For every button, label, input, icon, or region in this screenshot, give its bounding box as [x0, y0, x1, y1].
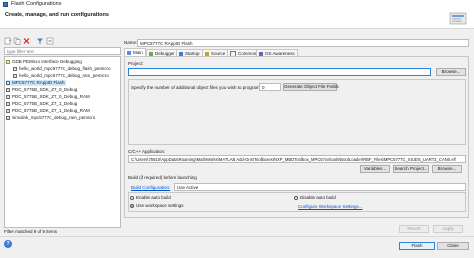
tree-item[interactable]: GDB PEMicro Interface Debugging	[6, 59, 82, 65]
radio-icon	[294, 195, 298, 200]
tree-item-label: PDC_5775B_SDK_Z7_0_Debug_RAM	[12, 94, 90, 99]
tree-item[interactable]: PDC_5775B_SDK_Z7_1_Debug	[6, 101, 77, 107]
tree-item[interactable]: hello_world_mpc5777c_debug_ram_pemicro	[13, 73, 109, 79]
use-workspace-settings-option[interactable]: Use workspace settings	[130, 203, 184, 208]
tree-item-label: PDC_5775B_SDK_Z7_1_Debug	[12, 101, 78, 106]
tree-item[interactable]: PDC_5775B_SDK_Z7_0_Debug	[6, 87, 77, 93]
launch-config-icon	[6, 115, 10, 120]
build-before-label: Build (if required) before launching	[128, 175, 197, 180]
launch-config-icon	[6, 108, 10, 113]
launch-config-icon	[6, 101, 10, 106]
title-bar	[0, 0, 474, 9]
option-label: Enable auto build	[136, 195, 171, 200]
launch-config-icon	[6, 80, 10, 85]
filter-icon[interactable]	[37, 38, 43, 45]
revert-button[interactable]: Revert	[399, 225, 429, 233]
name-label: Name:	[124, 40, 138, 45]
project-label: Project:	[128, 61, 144, 66]
radio-icon	[130, 195, 134, 200]
launch-config-icon	[13, 66, 17, 71]
search-project-button[interactable]: Search Project...	[393, 165, 429, 173]
object-files-count[interactable]: 0	[259, 83, 281, 91]
delete-icon[interactable]	[23, 38, 30, 44]
window-title: Flash Configurations	[11, 1, 62, 7]
tree-item-label: hello_world_mpc5777c_debug_flash_pemicro	[19, 66, 111, 71]
radio-selected-icon	[130, 203, 134, 208]
tree-item-selected[interactable]: MPC5777C RAppID Flash	[6, 80, 66, 86]
option-label: Disable auto build	[300, 195, 336, 200]
tree-item-label: MPC5777C RAppID Flash	[12, 80, 65, 85]
app-icon	[3, 2, 8, 7]
variables-button[interactable]: Variables...	[360, 165, 390, 173]
browse-project-button[interactable]: Browse...	[436, 68, 466, 76]
duplicate-icon[interactable]	[13, 37, 21, 45]
browse-application-button[interactable]: Browse...	[432, 165, 462, 173]
object-files-label: Specify the number of additional object …	[131, 85, 261, 90]
main-tab-icon	[127, 50, 131, 55]
application-label: C/C++ Application:	[128, 149, 166, 154]
tree-item-label: GDB PEMicro Interface Debugging	[12, 59, 82, 64]
project-input[interactable]	[128, 68, 431, 76]
option-label: Use workspace settings	[136, 203, 184, 208]
help-icon[interactable]: ?	[4, 240, 12, 248]
launch-config-icon	[13, 73, 17, 78]
tab-label: Main	[133, 50, 143, 55]
name-input[interactable]: MPC5777C RAppID Flash	[137, 39, 469, 47]
filter-input[interactable]	[4, 47, 121, 55]
build-configuration-link[interactable]: Build Configuration:	[131, 185, 170, 190]
build-configuration-select[interactable]: Use Active	[174, 183, 466, 191]
collapse-icon[interactable]	[46, 37, 54, 45]
disable-auto-build-option[interactable]: Disable auto build	[294, 195, 336, 200]
filter-status: Filter matched 9 of 9 items	[4, 229, 58, 234]
tree-item[interactable]: simulink_mpc5777c_debug_ram_pemicro	[6, 115, 95, 121]
tree-item-label: PDC_5775B_SDK_Z7_0_Debug	[12, 87, 78, 92]
tree-item-label: hello_world_mpc5777c_debug_ram_pemicro	[19, 73, 109, 78]
header-title: Create, manage, and run configurations	[5, 12, 109, 18]
application-input[interactable]: C:\Users\75810\AppData\Roaming\MathWorks…	[128, 155, 466, 163]
tree-item-label: PDC_5775B_SDK_Z7_1_Debug_RAM	[12, 108, 90, 113]
tree-item[interactable]: PDC_5775B_SDK_Z7_1_Debug_RAM	[6, 108, 90, 114]
launch-config-icon	[6, 87, 10, 92]
config-tree: GDB PEMicro Interface Debugging hello_wo…	[4, 56, 121, 228]
svg-text:+: +	[9, 38, 12, 43]
main-tab-panel: Project: Browse... Specify the number of…	[124, 56, 469, 218]
footer-separator	[0, 236, 474, 237]
tree-item[interactable]: hello_world_mpc5777c_debug_flash_pemicro	[13, 66, 111, 72]
configure-workspace-link[interactable]: Configure Workspace Settings...	[298, 204, 362, 209]
header-banner-icon	[446, 10, 470, 27]
enable-auto-build-option[interactable]: Enable auto build	[130, 195, 171, 200]
close-button[interactable]: Close	[437, 242, 469, 250]
flash-button[interactable]: Flash	[399, 242, 435, 250]
apply-button[interactable]: Apply	[433, 225, 463, 233]
debug-group-icon	[6, 59, 10, 64]
tree-item-label: simulink_mpc5777c_debug_ram_pemicro	[12, 115, 96, 120]
tree-item[interactable]: PDC_5775B_SDK_Z7_0_Debug_RAM	[6, 94, 90, 100]
launch-config-icon	[6, 94, 10, 99]
new-config-icon[interactable]: +	[4, 38, 12, 45]
config-toolbar: +	[4, 37, 118, 45]
generate-object-fields-button[interactable]: Generate Object File Fields	[283, 83, 339, 91]
